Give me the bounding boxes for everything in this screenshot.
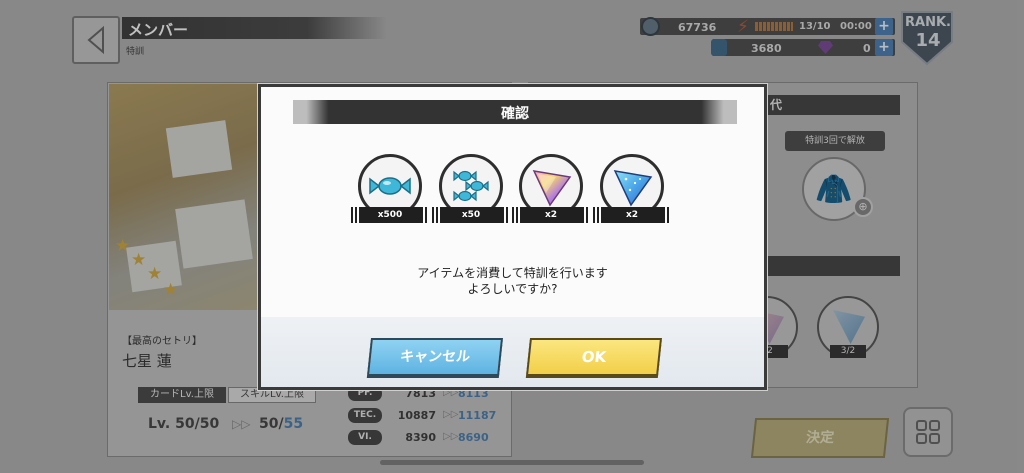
coin-icon xyxy=(641,17,660,36)
dialog-message-line2: よろしいですか? xyxy=(467,282,558,296)
stat-row-tec: TEC. 10887 ▷▷ 11187 xyxy=(346,408,506,424)
item-count: x2 xyxy=(512,207,590,223)
rank-shield-icon xyxy=(901,11,953,66)
back-arrow-icon xyxy=(87,25,104,55)
character-name: 七星 蓮 xyxy=(122,352,172,370)
grid-icon xyxy=(916,420,940,444)
costume-coat-icon[interactable]: 🧥 xyxy=(802,157,866,221)
add-stamina-button[interactable]: + xyxy=(875,18,893,35)
jewel-value: 0 xyxy=(863,42,871,55)
rank-value: 14 xyxy=(915,30,941,51)
decide-button[interactable]: 決定 xyxy=(750,418,890,458)
item-blue-shard: x2 xyxy=(593,154,671,228)
dialog-title: 確認 xyxy=(501,106,529,122)
page-subtitle: 特訓 xyxy=(126,47,145,57)
add-jewel-button[interactable]: + xyxy=(875,39,893,56)
stamina-gauge xyxy=(755,22,793,31)
tab-card-level-cap[interactable]: カードLv.上限 xyxy=(138,387,226,403)
dialog-title-bar: 確認 xyxy=(293,100,737,124)
cancel-button[interactable]: キャンセル xyxy=(367,338,503,376)
stamina-value: 13/10 xyxy=(799,21,831,32)
materials-section-header xyxy=(765,256,900,276)
currency-bar-top xyxy=(640,18,895,35)
grid-menu-button[interactable] xyxy=(903,407,953,457)
ok-button[interactable]: OK xyxy=(526,338,662,376)
material-count: 3/2 xyxy=(830,345,866,358)
item-rainbow-shard: x2 xyxy=(512,154,590,228)
material-item xyxy=(817,296,879,358)
new-level: 50/55 xyxy=(259,416,304,432)
card-title-label: 【最高のセトリ】 xyxy=(122,336,202,347)
stat-row-vi: VI. 8390 ▷▷ 8690 xyxy=(346,430,506,446)
rank-label: RANK. xyxy=(905,15,951,30)
gem-value: 3680 xyxy=(751,42,782,55)
gem-icon xyxy=(711,39,727,56)
home-indicator[interactable] xyxy=(380,460,644,465)
confirm-dialog: 確認 x500 x50 x2 x2 アイテムを消費して特訓を行います よろしいで… xyxy=(258,84,767,390)
item-count: x500 xyxy=(351,207,429,223)
card-artwork[interactable]: ★ ★ ★ ★ xyxy=(109,84,264,310)
item-count: x50 xyxy=(432,207,510,223)
item-candy: x500 xyxy=(351,154,429,228)
stamina-timer: 00:00 xyxy=(840,21,872,32)
currency-bar-bottom xyxy=(712,39,895,56)
dialog-message-line1: アイテムを消費して特訓を行います xyxy=(417,266,608,280)
star-icon: ★ xyxy=(115,236,131,256)
coin-value: 67736 xyxy=(678,21,717,34)
stamina-bolt-icon: ⚡ xyxy=(737,17,749,37)
item-count: x2 xyxy=(593,207,671,223)
star-icon: ★ xyxy=(131,250,147,270)
back-button[interactable] xyxy=(72,16,120,64)
page-title: メンバー xyxy=(122,17,387,39)
zoom-icon[interactable]: ⊕ xyxy=(853,197,873,217)
current-level: Lv. 50/50 xyxy=(148,416,220,432)
item-candy-pile: x50 xyxy=(432,154,510,228)
unlock-tooltip: 特訓3回で解放 xyxy=(785,131,885,151)
level-arrow-icon: ▷▷ xyxy=(232,417,251,431)
star-icon: ★ xyxy=(163,280,179,300)
jewel-icon xyxy=(818,41,833,54)
star-icon: ★ xyxy=(147,264,163,284)
